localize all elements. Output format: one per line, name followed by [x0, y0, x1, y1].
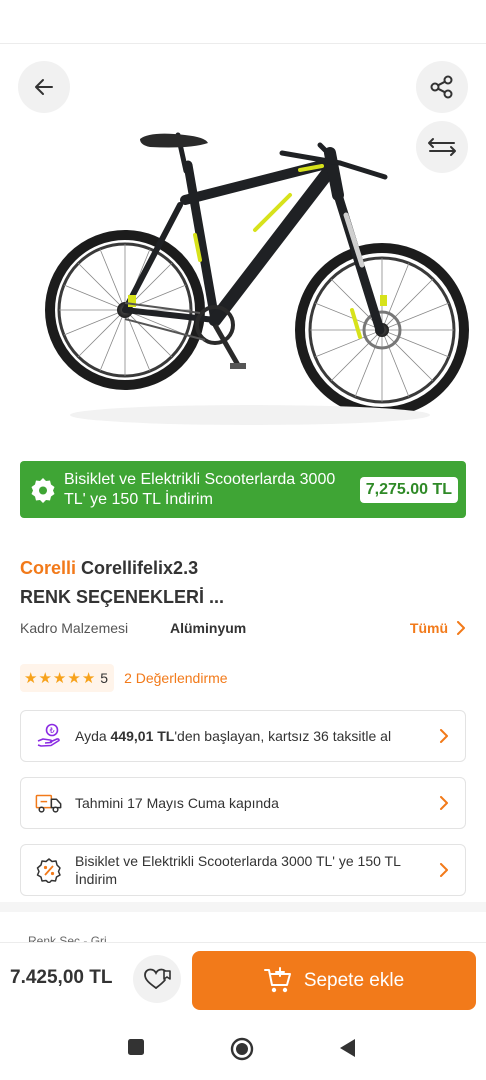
installment-coin-icon: ₺: [35, 722, 63, 750]
installment-text: Ayda 449,01 TL'den başlayan, kartsız 36 …: [75, 728, 392, 744]
product-image[interactable]: [0, 45, 486, 457]
cart-plus-icon: [263, 966, 291, 992]
delivery-truck-icon: [35, 789, 63, 817]
chevron-right-icon: [440, 863, 448, 877]
promo-text: Bisiklet ve Elektrikli Scooterlarda 3000…: [64, 470, 336, 508]
delivery-text: Tahmini 17 Mayıs Cuma kapında: [75, 795, 279, 811]
discount-badge-icon: [31, 477, 55, 503]
all-specs-label: Tümü: [409, 620, 448, 636]
star-icon: ★: [81, 670, 96, 687]
star-icon: ★: [24, 670, 38, 687]
svg-text:₺: ₺: [49, 726, 54, 735]
bottom-action-bar: 7.425,00 TL Sepete ekle: [0, 942, 486, 1016]
delivery-card[interactable]: Tahmini 17 Mayıs Cuma kapında: [20, 777, 466, 829]
promo-banner[interactable]: Bisiklet ve Elektrikli Scooterlarda 3000…: [20, 461, 466, 518]
rating-box: ★ ★ ★ ★ ★ 5: [20, 664, 115, 692]
campaign-card[interactable]: Bisiklet ve Elektrikli Scooterlarda 3000…: [20, 844, 466, 896]
product-price: 7.425,00 TL: [10, 967, 113, 988]
square-icon[interactable]: [127, 1038, 145, 1056]
installment-card[interactable]: ₺ Ayda 449,01 TL'den başlayan, kartsız 3…: [20, 710, 466, 762]
top-bar: [0, 0, 486, 44]
favorite-button[interactable]: [133, 955, 181, 1003]
color-option-peek: Renk Seç - Gri: [28, 934, 107, 942]
chevron-right-icon: [440, 796, 448, 810]
compare-arrows-icon: [428, 138, 456, 156]
triangle-back-icon[interactable]: [338, 1038, 358, 1058]
share-button[interactable]: [416, 61, 468, 113]
section-divider: [0, 902, 486, 912]
all-specs-link[interactable]: Tümü: [410, 620, 466, 636]
heart-icon: [144, 968, 171, 989]
product-name-line2: RENK SEÇENEKLERİ ...: [20, 587, 225, 607]
chevron-right-icon: [457, 621, 465, 635]
brand-link[interactable]: Corelli: [20, 558, 76, 578]
campaign-text: Bisiklet ve Elektrikli Scooterlarda 3000…: [75, 853, 401, 887]
add-to-cart-label: Sepete ekle: [303, 969, 405, 991]
star-icon: ★: [38, 670, 52, 687]
product-name: Corellifelix2.3: [81, 558, 199, 578]
discount-tag-icon: [35, 856, 63, 884]
arrow-left-icon: [35, 79, 53, 95]
system-nav-bar: [0, 1016, 486, 1080]
product-title: Corelli Corellifelix2.3 RENK SEÇENEKLERİ…: [20, 554, 460, 612]
rating-score: 5: [100, 670, 109, 686]
back-button[interactable]: [18, 61, 70, 113]
rating-row: ★ ★ ★ ★ ★ 5 2 Değerlendirme: [20, 664, 228, 692]
star-icon: ★: [52, 670, 67, 687]
reviews-link[interactable]: 2 Değerlendirme: [124, 670, 228, 686]
spec-row: Kadro Malzemesi Alüminyum Tümü: [20, 620, 466, 640]
compare-button[interactable]: [416, 121, 468, 173]
circle-icon[interactable]: [230, 1037, 254, 1061]
spec-value: Alüminyum: [170, 620, 247, 636]
bicycle-image: [45, 132, 469, 425]
star-icon: ★: [67, 670, 81, 687]
share-icon: [430, 75, 453, 99]
chevron-right-icon: [440, 729, 448, 743]
promo-price: 7,275.00 TL: [359, 476, 458, 503]
add-to-cart-button[interactable]: Sepete ekle: [192, 951, 476, 1010]
spec-key: Kadro Malzemesi: [20, 620, 129, 636]
